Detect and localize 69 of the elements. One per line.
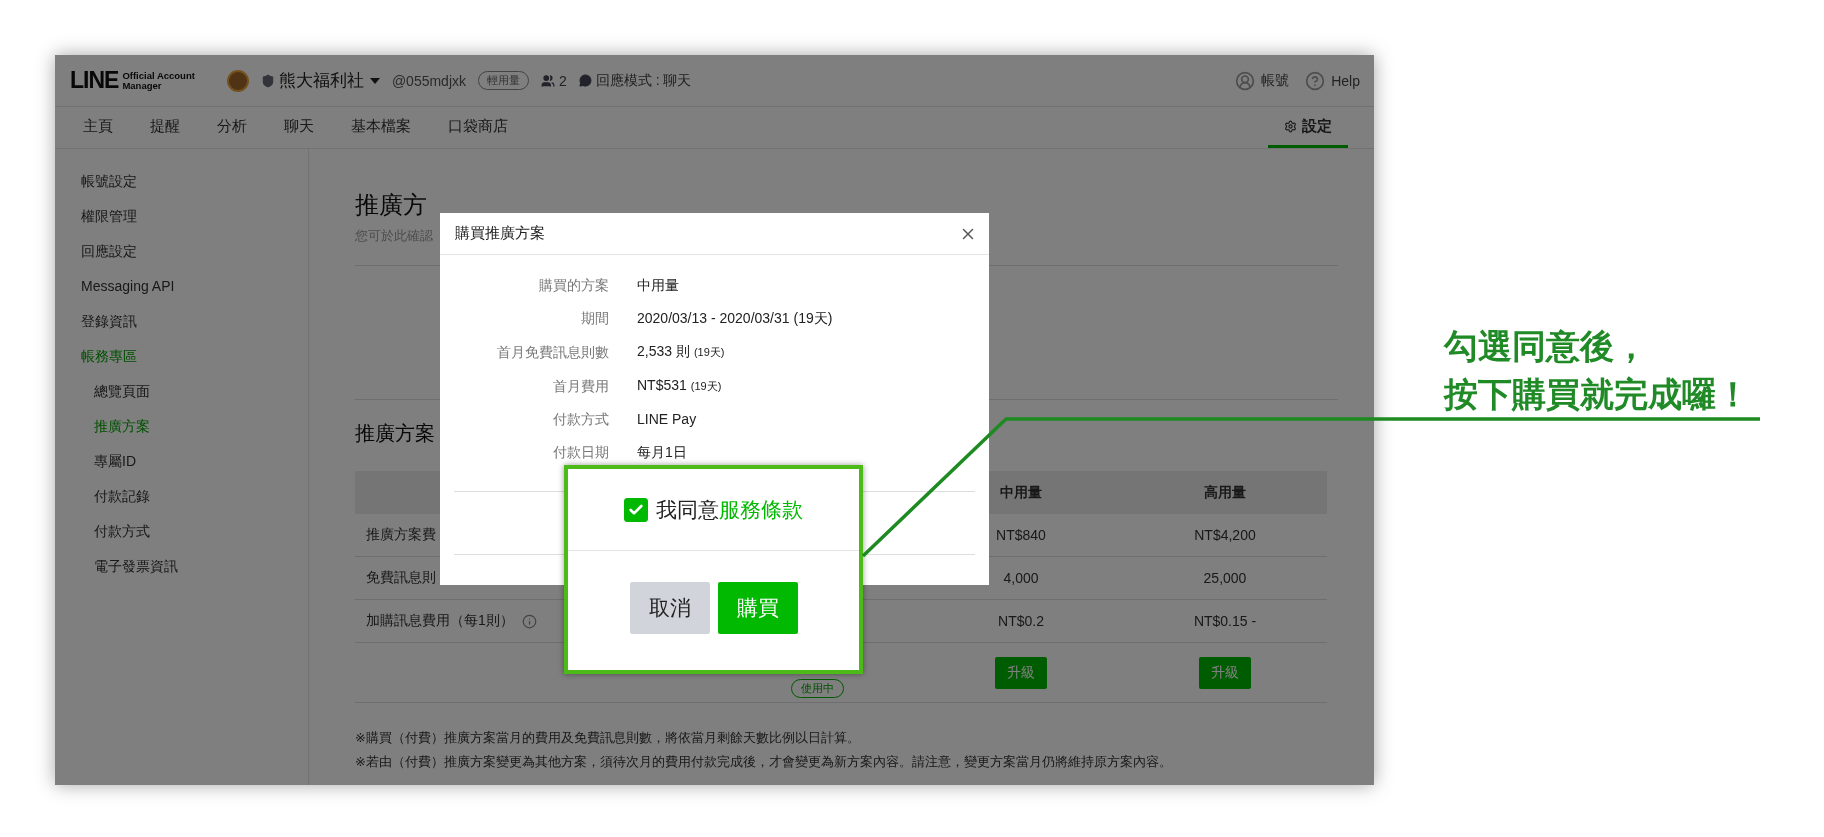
detail-label: 付款日期 [552, 443, 609, 462]
row-label: 免費訊息則 [366, 569, 436, 587]
terms-link[interactable]: 服務條款 [719, 497, 803, 521]
table-cell: NT$840 [996, 527, 1046, 543]
sidebar-item[interactable]: 登錄資訊 [81, 311, 308, 332]
nav-tab[interactable]: 基本檔案 [349, 107, 413, 148]
annotation-text: 勾選同意後， 按下購買就完成囉！ [1444, 326, 1750, 415]
sidebar-subitem[interactable]: 總覽頁面 [94, 381, 308, 402]
help-link[interactable]: Help [1331, 72, 1360, 89]
sidebar-subitem[interactable]: 專屬ID [94, 451, 308, 472]
section-title: 推廣方案 [355, 421, 435, 446]
footnote: ※若由（付費）推廣方案變更為其他方案，須待次月的費用付款完成後，才會變更為新方案內容。請注意，變更方案當月仍將維持原方案內容。 [355, 753, 1173, 771]
cancel-button[interactable]: 取消 [629, 581, 710, 634]
member-count: 2 [559, 72, 567, 89]
agree-checkbox[interactable] [624, 497, 648, 522]
detail-value: 中用量 [637, 276, 680, 295]
nav-tab[interactable]: 口袋商店 [446, 107, 510, 148]
sidebar-subitem[interactable]: 電子發票資訊 [94, 556, 308, 577]
account-link[interactable]: 帳號 [1261, 71, 1290, 90]
detail-label: 首月免費訊息則數 [496, 342, 609, 362]
detail-value: 每月1日 [637, 443, 688, 462]
nav-tab[interactable]: 分析 [215, 107, 249, 148]
detail-value: NT$531 (19天) [637, 376, 723, 395]
purchase-button[interactable]: 購買 [717, 581, 798, 634]
shield-icon [260, 73, 275, 88]
nav-tab[interactable]: 提醒 [148, 107, 182, 148]
logo-subtitle: Official Account Manager [122, 70, 195, 91]
page-title: 推廣方 [355, 190, 427, 220]
detail-value: 2020/03/13 - 2020/03/31 (19天) [637, 309, 834, 328]
sidebar-subitem[interactable]: 付款記錄 [94, 486, 308, 507]
detail-label: 付款方式 [552, 410, 609, 429]
chat-icon [578, 74, 592, 87]
account-avatar[interactable] [226, 69, 249, 92]
caret-icon[interactable] [369, 77, 380, 84]
row-label: 加購訊息費用（每1則） [366, 612, 514, 630]
agree-label: 我同意服務條款 [656, 496, 803, 523]
account-id: @055mdjxk [391, 72, 467, 89]
info-icon[interactable] [521, 613, 537, 629]
detail-label: 首月費用 [552, 376, 609, 396]
sidebar-subitem[interactable]: 付款方式 [94, 521, 308, 542]
account-name[interactable]: 熊大福利社 [278, 69, 364, 92]
column-header: 高用量 [1123, 471, 1327, 514]
footnote: ※購買（付費）推廣方案當月的費用及免費訊息則數，將依當月剩餘天數比例以日計算。 [355, 729, 861, 747]
sidebar-item[interactable]: 帳務專區 [81, 346, 308, 367]
nav-tab[interactable]: 聊天 [282, 107, 316, 148]
detail-value: 2,533 則 (19天) [637, 342, 726, 361]
help-icon[interactable] [1305, 70, 1326, 91]
logo-wordmark: LINE [70, 67, 119, 94]
table-cell: NT$0.2 [998, 613, 1044, 629]
sidebar-item[interactable]: Messaging API [81, 276, 308, 297]
dialog-title: 購買推廣方案 [455, 224, 545, 243]
sidebar-subitem[interactable]: 推廣方案 [94, 416, 308, 437]
table-cell: NT$0.15 - [1193, 613, 1257, 629]
user-icon[interactable] [1235, 70, 1256, 91]
table-cell: 4,000 [1003, 570, 1039, 586]
detail-label: 購買的方案 [538, 276, 609, 295]
detail-value: LINE Pay [637, 410, 698, 429]
people-icon [541, 73, 556, 88]
response-mode[interactable]: 回應模式 : 聊天 [595, 71, 692, 90]
table-cell: NT$4,200 [1194, 527, 1256, 543]
sidebar-item[interactable]: 回應設定 [81, 241, 308, 262]
settings-icon [1284, 119, 1297, 133]
sidebar-item[interactable]: 帳號設定 [81, 171, 308, 192]
detail-label: 期間 [580, 309, 609, 328]
sidebar-item[interactable]: 權限管理 [81, 206, 308, 227]
table-cell: 25,000 [1203, 570, 1247, 586]
settings-tab[interactable]: 設定 [1268, 107, 1348, 148]
row-label: 推廣方案費 [366, 526, 436, 544]
nav-tab[interactable]: 主頁 [81, 107, 115, 148]
